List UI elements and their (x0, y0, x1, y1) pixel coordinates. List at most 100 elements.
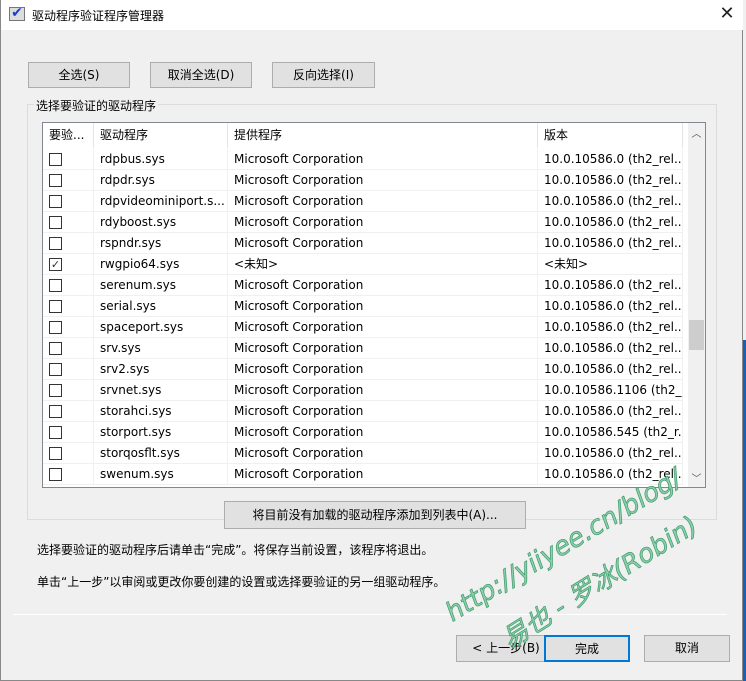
verify-checkbox[interactable] (49, 300, 62, 313)
driver-verifier-window: ✔ 驱动程序验证程序管理器 ✕ 全选(S) 取消全选(D) 反向选择(I) 选择… (0, 0, 743, 681)
driver-cell: rwgpio64.sys (94, 254, 228, 275)
table-row[interactable]: rdyboost.sys Microsoft Corporation 10.0.… (43, 212, 688, 233)
verify-checkbox[interactable] (49, 279, 62, 292)
verify-checkbox[interactable] (49, 216, 62, 229)
scroll-thumb[interactable] (689, 320, 704, 350)
scroll-down-icon[interactable]: ﹀ (688, 470, 705, 485)
driver-cell: rspndr.sys (94, 233, 228, 254)
watermark-author: 易也 - 罗冰(Robin) (497, 510, 704, 655)
provider-cell: Microsoft Corporation (228, 464, 538, 485)
table-row[interactable]: rdpvideominiport.s... Microsoft Corporat… (43, 191, 688, 212)
column-header-version[interactable]: 版本 (538, 123, 683, 148)
provider-cell: Microsoft Corporation (228, 443, 538, 464)
select-all-button[interactable]: 全选(S) (28, 62, 130, 88)
column-header-verify[interactable]: 要验... (43, 123, 94, 148)
verify-cell (43, 443, 94, 464)
driver-cell: storahci.sys (94, 401, 228, 422)
verify-checkbox[interactable] (49, 195, 62, 208)
table-row[interactable]: srv.sys Microsoft Corporation 10.0.10586… (43, 338, 688, 359)
verify-checkbox[interactable] (49, 174, 62, 187)
verify-checkbox[interactable]: ✓ (49, 258, 62, 271)
table-row[interactable]: spaceport.sys Microsoft Corporation 10.0… (43, 317, 688, 338)
finish-button[interactable]: 完成 (544, 635, 630, 662)
provider-cell: Microsoft Corporation (228, 212, 538, 233)
table-row[interactable]: rspndr.sys Microsoft Corporation 10.0.10… (43, 233, 688, 254)
verify-cell (43, 233, 94, 254)
version-cell: <未知> (538, 254, 683, 275)
verify-checkbox[interactable] (49, 468, 62, 481)
verify-cell (43, 191, 94, 212)
verify-checkbox[interactable] (49, 237, 62, 250)
info-text-back: 单击“上一步”以审阅或更改你要创建的设置或选择要验证的另一组驱动程序。 (37, 575, 446, 589)
driver-cell: srvnet.sys (94, 380, 228, 401)
table-row[interactable]: rdpdr.sys Microsoft Corporation 10.0.105… (43, 170, 688, 191)
version-cell: 10.0.10586.0 (th2_rel... (538, 401, 683, 422)
verify-checkbox[interactable] (49, 447, 62, 460)
verify-cell (43, 359, 94, 380)
column-header-provider[interactable]: 提供程序 (228, 123, 538, 148)
provider-cell: Microsoft Corporation (228, 359, 538, 380)
provider-cell: Microsoft Corporation (228, 380, 538, 401)
version-cell: 10.0.10586.0 (th2_rel... (538, 275, 683, 296)
table-row[interactable]: srvnet.sys Microsoft Corporation 10.0.10… (43, 380, 688, 401)
scroll-up-icon[interactable]: ︿ (688, 125, 705, 140)
version-cell: 10.0.10586.0 (th2_rel... (538, 191, 683, 212)
table-row[interactable]: serenum.sys Microsoft Corporation 10.0.1… (43, 275, 688, 296)
table-row[interactable]: storport.sys Microsoft Corporation 10.0.… (43, 422, 688, 443)
list-header: 要验... 驱动程序 提供程序 版本 (43, 123, 688, 148)
column-header-driver[interactable]: 驱动程序 (94, 123, 228, 148)
version-cell: 10.0.10586.0 (th2_rel... (538, 338, 683, 359)
version-cell: 10.0.10586.0 (th2_rel... (538, 149, 683, 170)
driver-cell: serenum.sys (94, 275, 228, 296)
table-row[interactable]: swenum.sys Microsoft Corporation 10.0.10… (43, 464, 688, 485)
invert-selection-button[interactable]: 反向选择(I) (272, 62, 375, 88)
verify-checkbox[interactable] (49, 321, 62, 334)
table-row[interactable]: serial.sys Microsoft Corporation 10.0.10… (43, 296, 688, 317)
close-button[interactable]: ✕ (713, 2, 741, 28)
provider-cell: Microsoft Corporation (228, 149, 538, 170)
verify-cell (43, 317, 94, 338)
verify-checkbox[interactable] (49, 405, 62, 418)
table-row[interactable]: storqosflt.sys Microsoft Corporation 10.… (43, 443, 688, 464)
table-row[interactable]: srv2.sys Microsoft Corporation 10.0.1058… (43, 359, 688, 380)
driver-cell: rdpvideominiport.s... (94, 191, 228, 212)
verify-checkbox[interactable] (49, 363, 62, 376)
vertical-scrollbar[interactable]: ︿ ﹀ (688, 123, 705, 487)
provider-cell: Microsoft Corporation (228, 170, 538, 191)
driver-cell: rdyboost.sys (94, 212, 228, 233)
provider-cell: Microsoft Corporation (228, 233, 538, 254)
provider-cell: <未知> (228, 254, 538, 275)
app-checkmark-icon: ✔ (9, 6, 25, 21)
cancel-button[interactable]: 取消 (644, 635, 730, 662)
driver-list[interactable]: 要验... 驱动程序 提供程序 版本 rdpbus.sys Microsoft … (42, 122, 706, 488)
provider-cell: Microsoft Corporation (228, 296, 538, 317)
version-cell: 10.0.10586.0 (th2_rel... (538, 296, 683, 317)
verify-cell (43, 275, 94, 296)
driver-cell: storqosflt.sys (94, 443, 228, 464)
version-cell: 10.0.10586.0 (th2_rel... (538, 359, 683, 380)
verify-cell (43, 296, 94, 317)
table-row[interactable]: ✓ rwgpio64.sys <未知> <未知> (43, 254, 688, 275)
provider-cell: Microsoft Corporation (228, 317, 538, 338)
verify-checkbox[interactable] (49, 153, 62, 166)
version-cell: 10.0.10586.0 (th2_rel... (538, 443, 683, 464)
table-row[interactable]: storahci.sys Microsoft Corporation 10.0.… (43, 401, 688, 422)
deselect-all-button[interactable]: 取消全选(D) (150, 62, 252, 88)
version-cell: 10.0.10586.0 (th2_rel... (538, 212, 683, 233)
version-cell: 10.0.10586.545 (th2_r... (538, 422, 683, 443)
version-cell: 10.0.10586.1106 (th2_... (538, 380, 683, 401)
info-text-finish: 选择要验证的驱动程序后请单击“完成”。将保存当前设置，该程序将退出。 (37, 543, 434, 557)
verify-checkbox[interactable] (49, 426, 62, 439)
verify-cell (43, 170, 94, 191)
verify-checkbox[interactable] (49, 384, 62, 397)
provider-cell: Microsoft Corporation (228, 191, 538, 212)
add-unloaded-drivers-button[interactable]: 将目前没有加载的驱动程序添加到列表中(A)... (224, 501, 526, 529)
driver-cell: spaceport.sys (94, 317, 228, 338)
table-row[interactable]: rdpbus.sys Microsoft Corporation 10.0.10… (43, 149, 688, 170)
group-label: 选择要验证的驱动程序 (34, 97, 159, 114)
version-cell: 10.0.10586.0 (th2_rel... (538, 317, 683, 338)
verify-cell (43, 380, 94, 401)
verify-checkbox[interactable] (49, 342, 62, 355)
version-cell: 10.0.10586.0 (th2_rel... (538, 233, 683, 254)
back-button[interactable]: < 上一步(B) (456, 635, 556, 662)
